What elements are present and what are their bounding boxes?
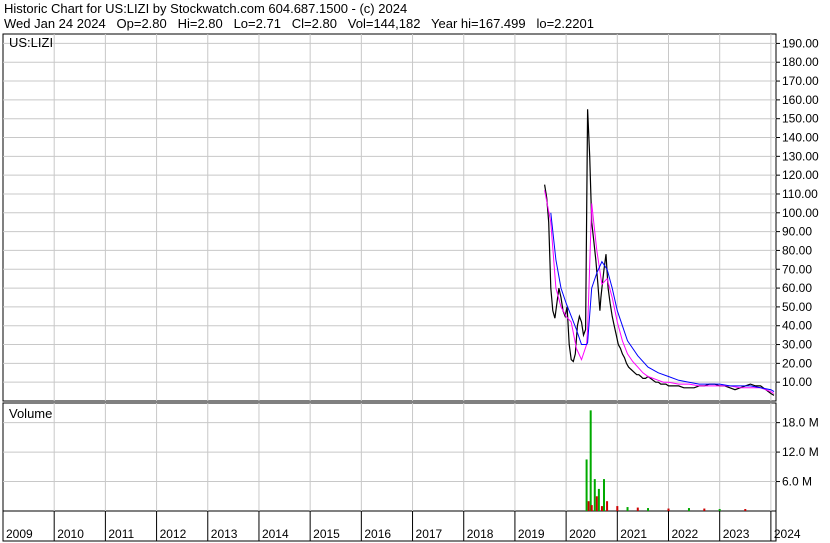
volume-panel-label: Volume	[9, 406, 52, 421]
x-tick-label: 2013	[211, 527, 238, 541]
volume-bar	[593, 479, 596, 511]
x-tick-label: 2012	[160, 527, 187, 541]
x-tick-label: 2016	[364, 527, 391, 541]
volume-bar	[744, 509, 747, 511]
price-y-tick-label: 130.00	[782, 149, 819, 163]
price-y-tick-label: 190.00	[782, 36, 819, 50]
symbol-label: US:LIZI	[9, 35, 53, 50]
volume-bar	[585, 459, 588, 511]
volume-bar	[667, 508, 670, 511]
price-y-tick-label: 70.00	[782, 262, 812, 276]
volume-panel-frame	[2, 402, 777, 512]
x-tick-label: 2017	[416, 527, 443, 541]
price-y-tick-label: 120.00	[782, 168, 819, 182]
volume-bar	[626, 507, 629, 511]
volume-bar	[636, 507, 639, 511]
x-tick-label: 2023	[723, 527, 750, 541]
x-tick-label: 2018	[467, 527, 494, 541]
price-series-price	[544, 109, 775, 396]
stock-chart: 2009 2010 2011 2012 2013 2014 2015 2016 2017 2018…	[2, 33, 819, 542]
x-tick-label: 2014	[262, 527, 289, 541]
price-series-ma_long	[550, 212, 775, 393]
x-tick-label: 2021	[620, 527, 647, 541]
price-y-tick-label: 90.00	[782, 225, 812, 239]
volume-bar	[590, 505, 593, 511]
x-tick-label: 2019	[518, 527, 545, 541]
volume-y-tick-label: 12.0 M	[782, 445, 819, 459]
volume-bar	[606, 501, 609, 511]
x-tick-label: 2015	[313, 527, 340, 541]
volume-bar	[687, 508, 690, 511]
volume-y-tick-label: 18.0 M	[782, 416, 819, 430]
price-panel-frame	[2, 33, 777, 402]
volume-bar	[589, 410, 592, 511]
price-y-tick-label: 30.00	[782, 338, 812, 352]
volume-bar	[597, 488, 600, 511]
volume-bar	[602, 479, 605, 511]
price-y-tick-label: 100.00	[782, 206, 819, 220]
x-tick-label: 2020	[569, 527, 596, 541]
price-y-tick-label: 10.00	[782, 375, 812, 389]
volume-bar	[718, 509, 721, 511]
price-y-tick-label: 180.00	[782, 55, 819, 69]
volume-y-tick-label: 6.0 M	[782, 475, 812, 489]
x-tick-label: 2024	[774, 527, 801, 541]
price-y-tick-label: 110.00	[782, 187, 818, 201]
chart-stage: Historic Chart for US:LIZI by Stockwatch…	[0, 0, 830, 543]
x-tick-label: 2010	[57, 527, 84, 541]
volume-bar	[587, 501, 590, 511]
price-y-tick-label: 80.00	[782, 243, 812, 257]
volume-bar	[647, 508, 650, 511]
price-y-tick-label: 50.00	[782, 300, 812, 314]
price-y-tick-label: 60.00	[782, 281, 812, 295]
volume-bar	[616, 506, 619, 511]
price-y-tick-label: 20.00	[782, 356, 812, 370]
x-tick-label: 2011	[108, 527, 134, 541]
price-y-tick-label: 150.00	[782, 112, 819, 126]
volume-bar	[595, 496, 598, 511]
price-y-tick-label: 40.00	[782, 319, 812, 333]
price-y-tick-label: 140.00	[782, 131, 819, 145]
volume-bar	[600, 506, 603, 511]
x-tick-label: 2009	[6, 527, 33, 541]
x-tick-label: 2022	[671, 527, 698, 541]
price-y-tick-label: 160.00	[782, 93, 819, 107]
price-y-tick-label: 170.00	[782, 74, 819, 88]
volume-bar	[703, 508, 706, 511]
